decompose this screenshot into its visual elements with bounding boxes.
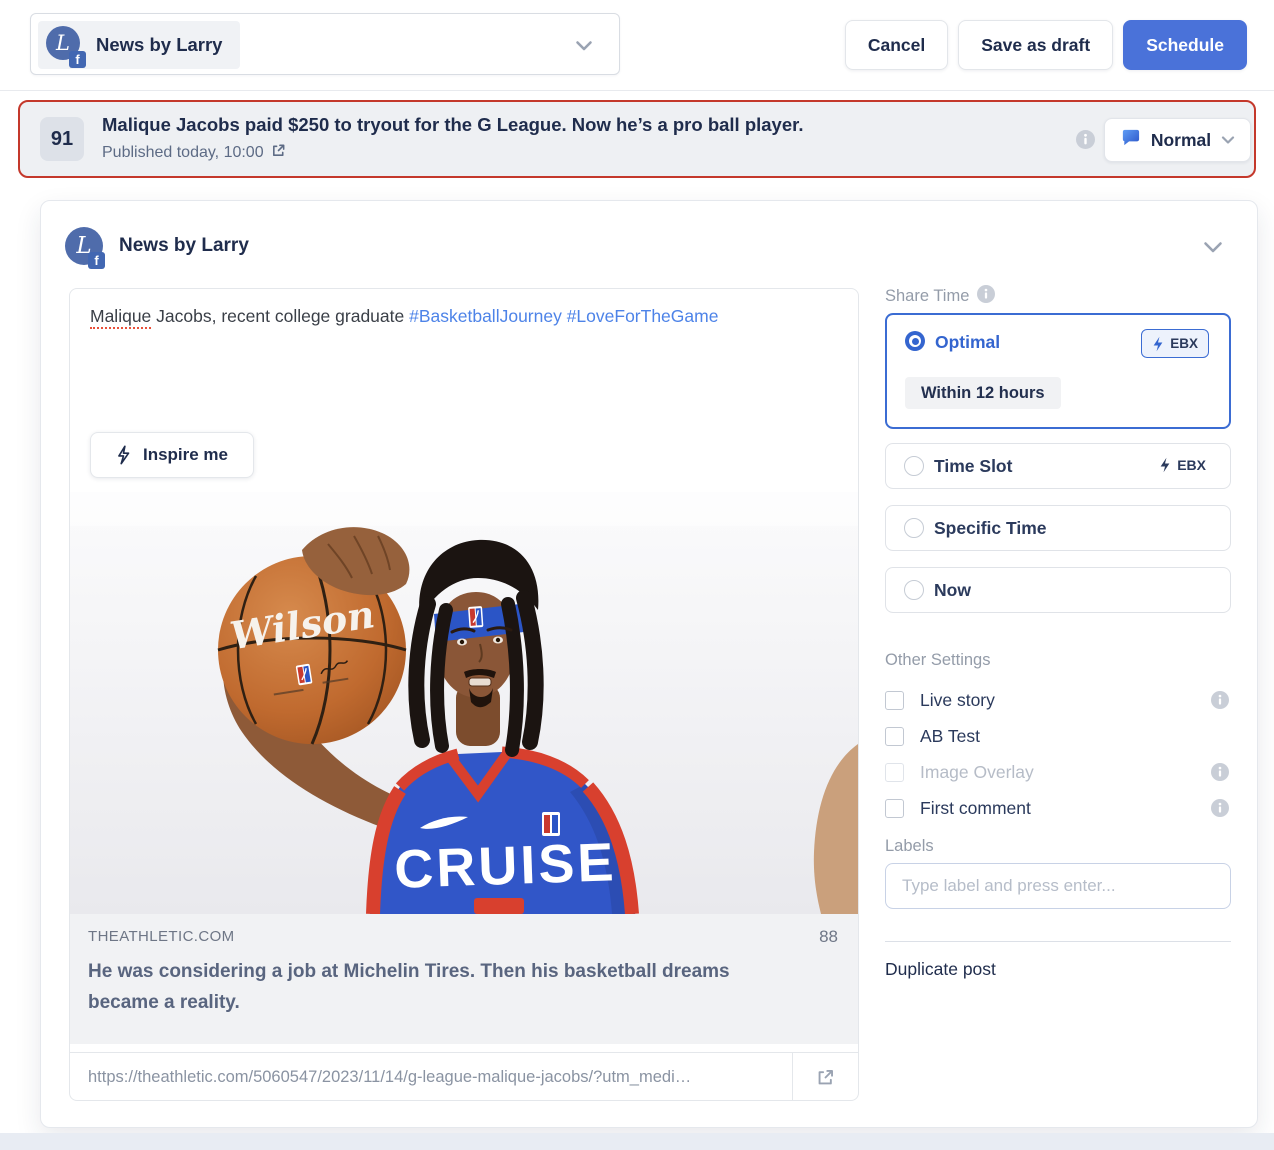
composer-card: L f News by Larry Malique Jacobs, recent… [40, 200, 1258, 1128]
misspelled-word: Malique [90, 306, 151, 329]
duplicate-post-link[interactable]: Duplicate post [885, 959, 996, 980]
compose-area: Malique Jacobs, recent college graduate … [69, 288, 859, 1101]
checkbox-icon[interactable] [885, 691, 904, 710]
checkbox-label: AB Test [920, 726, 980, 747]
checkbox-icon [885, 763, 904, 782]
other-settings-header: Other Settings [885, 651, 990, 670]
info-icon[interactable] [1211, 763, 1229, 786]
divider [885, 941, 1231, 942]
chevron-down-icon [575, 39, 593, 57]
page-avatar: L f [65, 227, 103, 265]
gleague-patch-icon [542, 812, 560, 836]
external-link-icon[interactable] [271, 143, 286, 163]
page-background [0, 1133, 1274, 1150]
post-headline: Malique Jacobs paid $250 to tryout for t… [102, 114, 803, 136]
post-status-text: Published today, 10:00 [102, 144, 264, 162]
ebx-label: EBX [1177, 457, 1206, 473]
page-selector-dropdown[interactable]: L f News by Larry [30, 13, 620, 75]
composer-header: L f News by Larry [65, 227, 249, 265]
link-headline: He was considering a job at Michelin Tir… [88, 956, 788, 1018]
lightning-icon [116, 445, 131, 465]
ebx-badge: EBX [1141, 329, 1209, 358]
option-label: Now [934, 580, 971, 601]
checkbox-label: Image Overlay [920, 762, 1034, 783]
checkbox-ab-test[interactable]: AB Test [885, 722, 1231, 750]
page: L f News by Larry Cancel Save as draft S… [0, 0, 1274, 1150]
share-time-option-timeslot[interactable]: Time Slot EBX [885, 443, 1231, 489]
lightning-icon [1152, 336, 1164, 352]
checkbox-icon[interactable] [885, 799, 904, 818]
labels-title: Labels [885, 837, 934, 856]
facebook-badge-icon: f [88, 252, 105, 269]
checkbox-first-comment[interactable]: First comment [885, 794, 1231, 822]
info-icon[interactable] [977, 285, 995, 308]
page-avatar: L f [46, 26, 84, 64]
schedule-button[interactable]: Schedule [1123, 20, 1247, 70]
composer-page-name: News by Larry [119, 235, 249, 257]
link-preview[interactable]: THEATHLETIC.COM 88 He was considering a … [70, 914, 858, 1044]
inspire-me-button[interactable]: Inspire me [90, 432, 254, 478]
post-text-editor[interactable]: Malique Jacobs, recent college graduate … [90, 303, 838, 329]
share-time-title: Share Time [885, 287, 969, 306]
page-selector-label: News by Larry [96, 34, 222, 56]
labels-header: Labels [885, 837, 934, 856]
checkbox-label: First comment [920, 798, 1031, 819]
post-image[interactable]: Wilson [70, 492, 858, 914]
url-bar: https://theathletic.com/5060547/2023/11/… [70, 1052, 858, 1100]
option-label: Optimal [935, 332, 1000, 353]
ebx-label: EBX [1170, 336, 1198, 351]
post-score-badge: 91 [40, 117, 84, 161]
post-status: Published today, 10:00 [102, 143, 286, 163]
label-input[interactable] [885, 863, 1231, 909]
checkbox-icon[interactable] [885, 727, 904, 746]
open-url-button[interactable] [792, 1053, 858, 1101]
info-icon[interactable] [1211, 691, 1229, 714]
share-time-header: Share Time [885, 285, 995, 308]
option-label: Time Slot [934, 456, 1012, 477]
option-label: Specific Time [934, 518, 1047, 539]
post-text: Jacobs, recent college graduate [151, 306, 409, 326]
info-icon[interactable] [1076, 130, 1095, 154]
chevron-down-icon [1221, 136, 1235, 145]
radio-icon[interactable] [904, 518, 924, 538]
checkbox-live-story[interactable]: Live story [885, 686, 1231, 714]
settings-column: Share Time Optimal EBX Within 12 hours T… [885, 201, 1231, 1129]
inspire-me-label: Inspire me [143, 445, 228, 465]
cancel-button[interactable]: Cancel [845, 20, 948, 70]
radio-icon[interactable] [904, 580, 924, 600]
info-icon[interactable] [1211, 799, 1229, 822]
scheduled-post-row[interactable]: 91 Malique Jacobs paid $250 to tryout fo… [18, 100, 1256, 178]
facebook-badge-icon: f [69, 51, 86, 68]
other-settings-title: Other Settings [885, 651, 990, 670]
save-as-draft-button[interactable]: Save as draft [958, 20, 1113, 70]
share-type-icon [1120, 127, 1141, 153]
radio-selected-icon[interactable] [905, 331, 925, 351]
checkbox-image-overlay: Image Overlay [885, 758, 1231, 786]
optimal-window-chip: Within 12 hours [905, 377, 1061, 409]
selected-page-chip: L f News by Larry [38, 21, 240, 69]
nba-logo-icon [468, 606, 483, 628]
link-domain: THEATHLETIC.COM [88, 928, 235, 945]
share-time-option-optimal[interactable]: Optimal EBX Within 12 hours [885, 313, 1231, 429]
external-link-icon [816, 1068, 835, 1087]
post-url[interactable]: https://theathletic.com/5060547/2023/11/… [88, 1053, 778, 1101]
link-score: 88 [819, 927, 838, 947]
share-type-label: Normal [1151, 130, 1211, 151]
post-hashtags: #BasketballJourney #LoveForTheGame [409, 306, 718, 326]
top-actions: Cancel Save as draft Schedule [845, 20, 1247, 70]
lightning-icon [1159, 457, 1171, 473]
share-time-option-now[interactable]: Now [885, 567, 1231, 613]
radio-icon[interactable] [904, 456, 924, 476]
jersey-text: CRUISE [393, 832, 617, 900]
share-type-dropdown[interactable]: Normal [1104, 118, 1251, 162]
ebx-badge: EBX [1159, 457, 1206, 473]
checkbox-label: Live story [920, 690, 995, 711]
top-bar: L f News by Larry Cancel Save as draft S… [0, 0, 1274, 91]
share-time-option-specific[interactable]: Specific Time [885, 505, 1231, 551]
